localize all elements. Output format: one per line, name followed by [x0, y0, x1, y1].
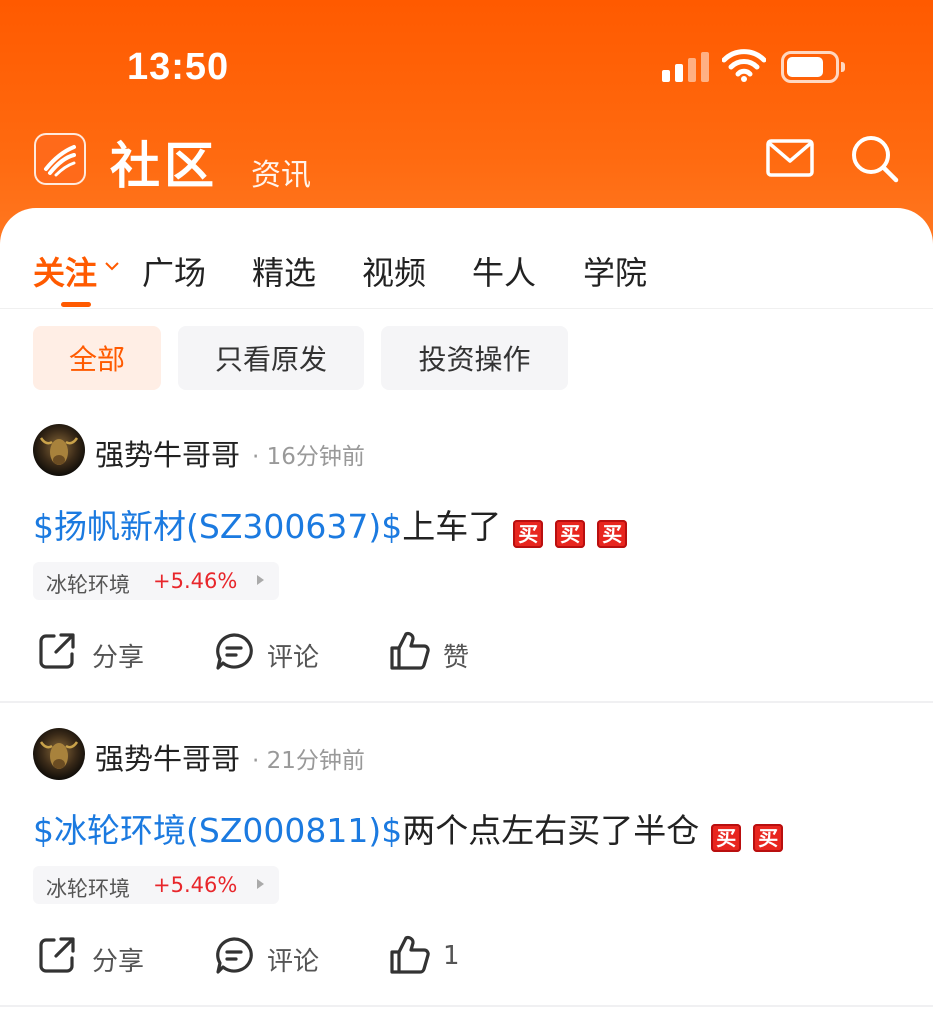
- stock-tag[interactable]: 冰轮环境 +5.46%: [33, 866, 279, 904]
- battery-icon: [781, 51, 845, 83]
- username[interactable]: 强势牛哥哥: [95, 736, 240, 778]
- buy-emoji: 买: [513, 520, 544, 548]
- post-content[interactable]: $扬帆新材(SZ300637)$上车了买买买: [33, 500, 628, 548]
- stock-tag-name: 冰轮环境: [46, 877, 130, 901]
- status-time: 13:50: [127, 46, 230, 88]
- comment-icon[interactable]: [214, 936, 254, 976]
- buy-emoji: 买: [597, 520, 628, 548]
- stock-link[interactable]: $扬帆新材(SZ300637)$: [33, 507, 402, 546]
- stock-tag-name: 冰轮环境: [46, 573, 130, 597]
- tab-square[interactable]: 广场: [142, 248, 206, 294]
- post-text: 上车了: [402, 507, 502, 546]
- like-icon[interactable]: [389, 631, 431, 671]
- share-button[interactable]: 分享: [92, 941, 144, 978]
- share-icon[interactable]: [38, 632, 76, 670]
- post-time: · 21分钟前: [252, 748, 365, 774]
- caret-right-icon: [257, 575, 264, 585]
- tab-experts[interactable]: 牛人: [472, 248, 536, 294]
- caret-right-icon: [257, 879, 264, 889]
- wifi-icon: [722, 49, 766, 82]
- news-link[interactable]: 资讯: [251, 150, 311, 194]
- page-title: 社区: [110, 137, 218, 195]
- filter-all[interactable]: 全部: [33, 326, 161, 390]
- tab-following[interactable]: 关注: [33, 248, 97, 294]
- chevron-down-icon[interactable]: [104, 260, 120, 272]
- avatar[interactable]: [33, 728, 85, 780]
- stock-link[interactable]: $冰轮环境(SZ000811)$: [33, 811, 402, 850]
- search-icon[interactable]: [850, 134, 900, 184]
- divider: [0, 308, 933, 309]
- like-button[interactable]: 赞: [443, 637, 469, 674]
- stock-tag-change: +5.46%: [153, 873, 238, 897]
- buy-emoji: 买: [753, 824, 784, 852]
- logo-icon[interactable]: [34, 133, 86, 185]
- comment-button[interactable]: 评论: [267, 941, 319, 978]
- post-separator: [0, 701, 933, 703]
- buy-emoji: 买: [711, 824, 742, 852]
- post-separator: [0, 1005, 933, 1007]
- post-content[interactable]: $冰轮环境(SZ000811)$两个点左右买了半仓买买: [33, 804, 784, 852]
- share-button[interactable]: 分享: [92, 637, 144, 674]
- filter-operations[interactable]: 投资操作: [381, 326, 568, 390]
- post-text: 两个点左右买了半仓: [402, 811, 700, 850]
- active-tab-indicator: [61, 302, 91, 307]
- filter-original[interactable]: 只看原发: [178, 326, 364, 390]
- tab-video[interactable]: 视频: [362, 248, 426, 294]
- post-time: · 16分钟前: [252, 444, 365, 470]
- stock-tag[interactable]: 冰轮环境 +5.46%: [33, 562, 279, 600]
- avatar[interactable]: [33, 424, 85, 476]
- share-icon[interactable]: [38, 936, 76, 974]
- like-icon[interactable]: [389, 935, 431, 975]
- buy-emoji: 买: [555, 520, 586, 548]
- comment-button[interactable]: 评论: [267, 637, 319, 674]
- tab-academy[interactable]: 学院: [583, 248, 647, 294]
- username[interactable]: 强势牛哥哥: [95, 432, 240, 474]
- stock-tag-change: +5.46%: [153, 569, 238, 593]
- comment-icon[interactable]: [214, 632, 254, 672]
- signal-icon: [662, 52, 710, 82]
- like-count[interactable]: 1: [443, 941, 460, 971]
- mail-icon[interactable]: [766, 138, 814, 178]
- tab-selected[interactable]: 精选: [252, 248, 316, 294]
